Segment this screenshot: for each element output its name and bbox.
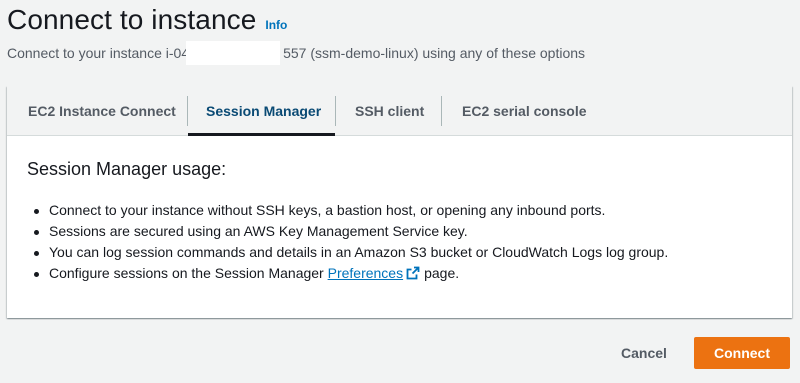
info-link[interactable]: Info — [265, 18, 287, 32]
page-subtitle: Connect to your instance i-04 557 (ssm-de… — [7, 45, 585, 61]
tab-divider — [187, 96, 188, 126]
preferences-link[interactable]: Preferences — [328, 265, 403, 281]
tab-divider — [441, 96, 442, 126]
cancel-button[interactable]: Cancel — [602, 337, 686, 369]
list-item: Connect to your instance without SSH key… — [33, 200, 668, 221]
page-header: Connect to instance Info — [7, 4, 287, 36]
tab-divider — [335, 96, 336, 126]
list-item: Configure sessions on the Session Manage… — [33, 263, 668, 286]
list-item-text: Configure sessions on the Session Manage… — [49, 265, 324, 281]
subtitle-suffix: 557 (ssm-demo-linux) using any of these … — [283, 45, 586, 61]
tab-bar: EC2 Instance Connect Session Manager SSH… — [7, 86, 792, 136]
page-title: Connect to instance — [7, 4, 257, 35]
tab-ec2-serial-console[interactable]: EC2 serial console — [462, 86, 587, 136]
active-tab-indicator — [188, 133, 335, 136]
panel-heading: Session Manager usage: — [27, 159, 227, 179]
tab-ssh-client[interactable]: SSH client — [355, 86, 424, 136]
tab-session-manager[interactable]: Session Manager — [206, 86, 321, 136]
subtitle-prefix: Connect to your instance i-04 — [7, 45, 190, 61]
connect-button[interactable]: Connect — [694, 337, 790, 369]
list-item: You can log session commands and details… — [33, 242, 668, 263]
title-row: Connect to instance Info — [7, 4, 287, 36]
list-item-suffix: page. — [424, 265, 460, 281]
tab-ec2-instance-connect[interactable]: EC2 Instance Connect — [28, 86, 176, 136]
connect-panel: EC2 Instance Connect Session Manager SSH… — [7, 86, 792, 318]
list-item: Sessions are secured using an AWS Key Ma… — [33, 221, 668, 242]
usage-list: Connect to your instance without SSH key… — [33, 200, 668, 286]
redaction-box — [186, 41, 280, 65]
external-link-icon[interactable] — [406, 265, 420, 286]
